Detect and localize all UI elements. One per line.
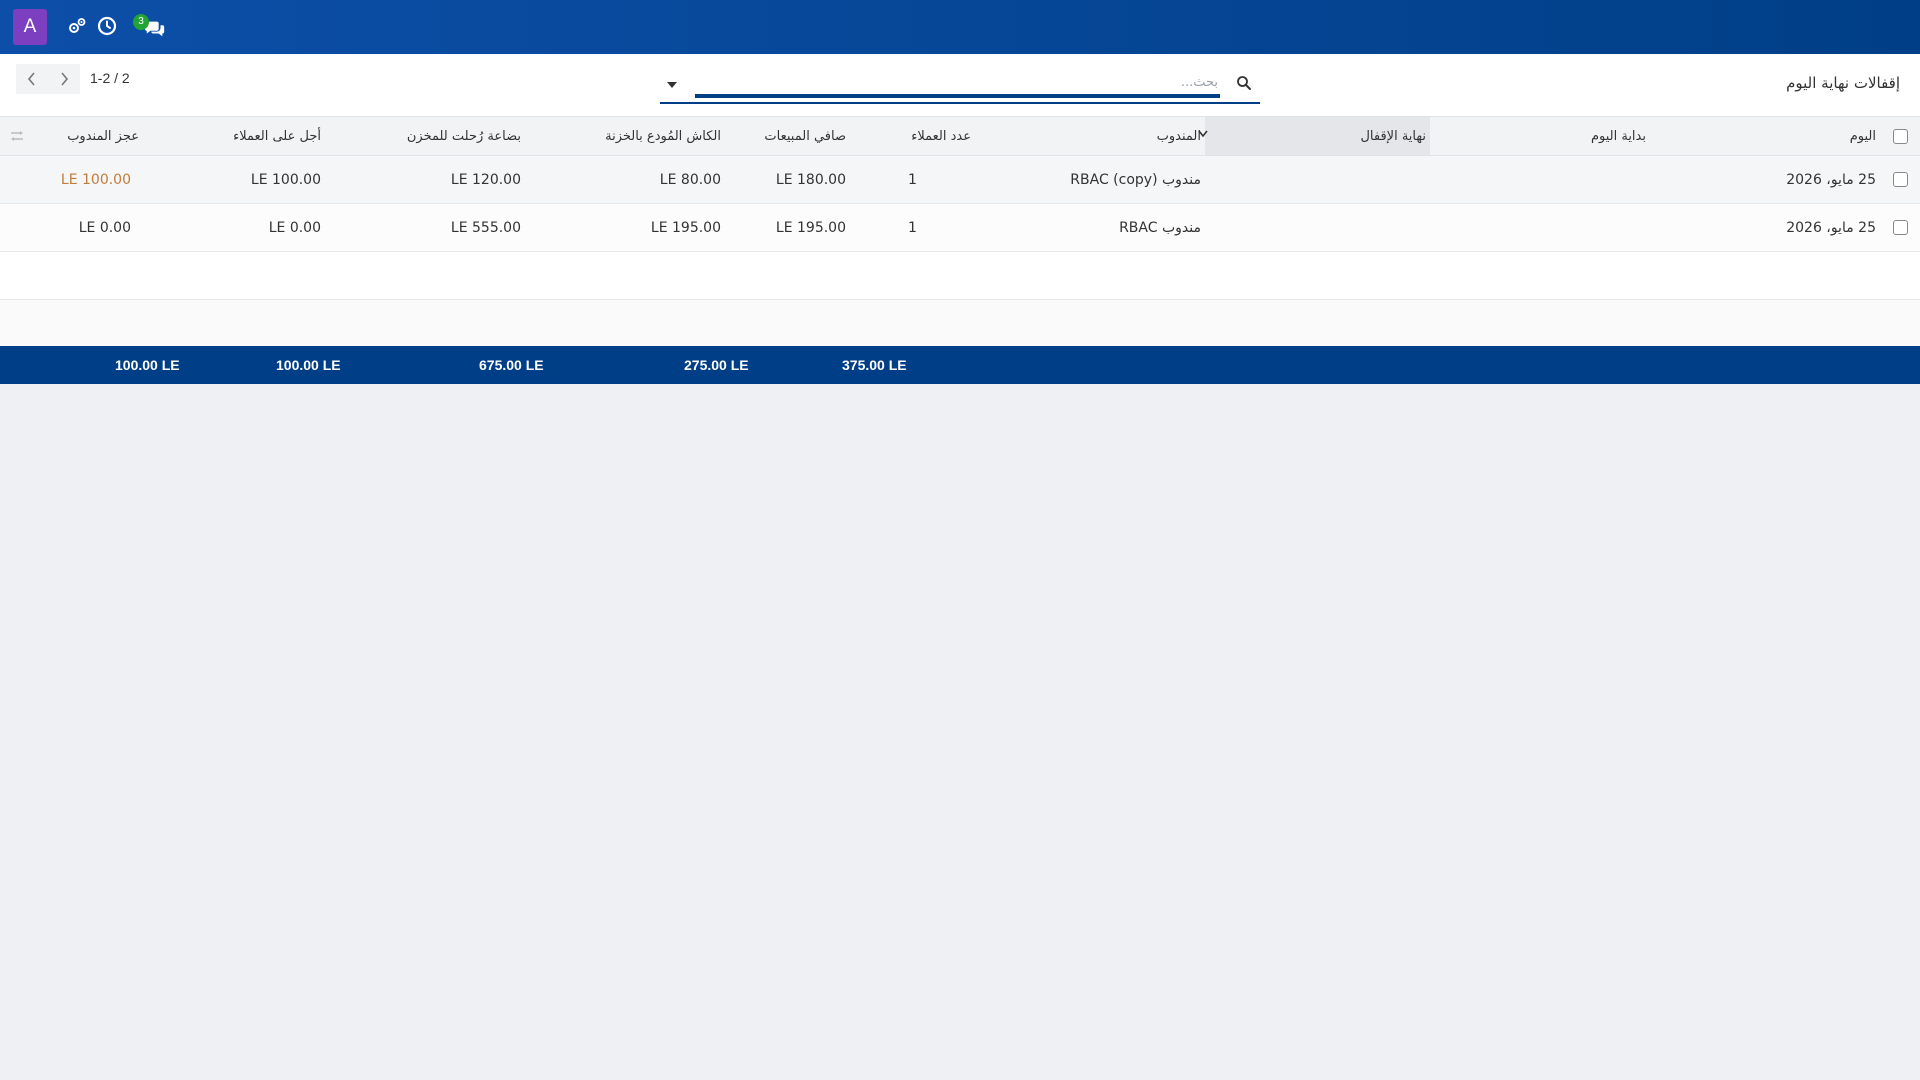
cell-net-sales: 195.00 LE — [725, 203, 850, 252]
header-deficit-label: عجز المندوب — [67, 128, 139, 144]
top-navbar: A 3 — [0, 0, 1920, 54]
cell-deficit: 100.00 LE — [0, 155, 165, 204]
header-net-sales[interactable]: صافي المبيعات — [725, 117, 850, 156]
user-avatar[interactable]: A — [13, 9, 47, 45]
cell-deficit: 0.00 LE — [0, 203, 165, 252]
header-rep-label: المندوب — [1156, 128, 1201, 144]
header-cash[interactable]: الكاش المُودع بالخزنة — [525, 117, 725, 156]
cell-close-end — [1205, 203, 1430, 252]
pager-next-button[interactable] — [48, 64, 80, 94]
header-customers[interactable]: عدد العملاء — [850, 117, 975, 156]
empty-row — [0, 251, 1920, 300]
header-goods[interactable]: بضاعة رُحلت للمخزن — [325, 117, 525, 156]
header-close-end[interactable]: نهاية الإقفال — [1205, 117, 1430, 156]
clock-icon[interactable] — [96, 15, 118, 37]
cell-day: 25 مايو، 2026 — [1650, 203, 1880, 252]
cell-customers: 1 — [850, 203, 975, 252]
table-row[interactable]: 25 مايو، 2026 مندوب RBAC 1 195.00 LE 195… — [0, 203, 1920, 252]
cell-credit: 100.00 LE — [165, 155, 325, 204]
search-box — [660, 68, 1260, 104]
total-cash: 275.00 LE — [684, 357, 749, 373]
cell-credit: 0.00 LE — [165, 203, 325, 252]
search-input[interactable] — [695, 70, 1220, 98]
cell-day-start — [1430, 155, 1650, 204]
row-checkbox[interactable] — [1892, 172, 1908, 187]
cell-close-end — [1205, 155, 1430, 204]
header-deficit[interactable]: عجز المندوب — [0, 117, 165, 156]
row-select-cell — [1880, 155, 1920, 204]
cell-goods: 120.00 LE — [325, 155, 525, 204]
search-options-toggle-icon[interactable] — [666, 80, 678, 90]
row-checkbox[interactable] — [1892, 220, 1908, 235]
header-day[interactable]: اليوم — [1650, 117, 1880, 156]
cell-net-sales: 180.00 LE — [725, 155, 850, 204]
empty-cell — [0, 251, 1920, 300]
column-settings-icon[interactable] — [10, 130, 24, 142]
chevron-right-icon — [61, 72, 69, 86]
cell-day: 25 مايو، 2026 — [1650, 155, 1880, 204]
cell-cash: 195.00 LE — [525, 203, 725, 252]
page-title: إقفالات نهاية اليوم — [1786, 74, 1900, 92]
row-select-cell — [1880, 203, 1920, 252]
select-all-checkbox[interactable] — [1892, 128, 1908, 144]
cell-rep: مندوب RBAC — [975, 203, 1205, 252]
total-deficit: 100.00 LE — [115, 357, 180, 373]
chat-count-badge: 3 — [133, 14, 149, 30]
header-credit[interactable]: أجل على العملاء — [165, 117, 325, 156]
totals-bar: 375.00 LE 275.00 LE 675.00 LE 100.00 LE … — [0, 346, 1920, 384]
cell-day-start — [1430, 203, 1650, 252]
select-all-header — [1880, 117, 1920, 156]
cell-customers: 1 — [850, 155, 975, 204]
cell-goods: 555.00 LE — [325, 203, 525, 252]
cell-cash: 80.00 LE — [525, 155, 725, 204]
empty-row — [0, 299, 1920, 348]
table-header-row: اليوم بداية اليوم نهاية الإقفال المندوب … — [0, 117, 1920, 156]
pager-value[interactable]: 1-2 / 2 — [90, 70, 130, 86]
chevron-down-icon — [1198, 130, 1208, 138]
total-goods: 675.00 LE — [479, 357, 544, 373]
search-icon[interactable] — [1236, 75, 1252, 91]
header-day-start[interactable]: بداية اليوم — [1430, 117, 1650, 156]
settings-gears-icon[interactable] — [66, 15, 88, 37]
pager-previous-button[interactable] — [16, 64, 48, 94]
cell-rep: مندوب RBAC (copy) — [975, 155, 1205, 204]
table-row[interactable]: 25 مايو، 2026 مندوب RBAC (copy) 1 180.00… — [0, 155, 1920, 204]
control-panel: إقفالات نهاية اليوم 1-2 / 2 — [0, 54, 1920, 117]
chevron-left-icon — [27, 72, 35, 86]
list-table: اليوم بداية اليوم نهاية الإقفال المندوب … — [0, 117, 1920, 384]
empty-cell — [0, 299, 1920, 348]
total-credit: 100.00 LE — [276, 357, 341, 373]
header-rep[interactable]: المندوب — [975, 117, 1208, 156]
total-net-sales: 375.00 LE — [842, 357, 907, 373]
